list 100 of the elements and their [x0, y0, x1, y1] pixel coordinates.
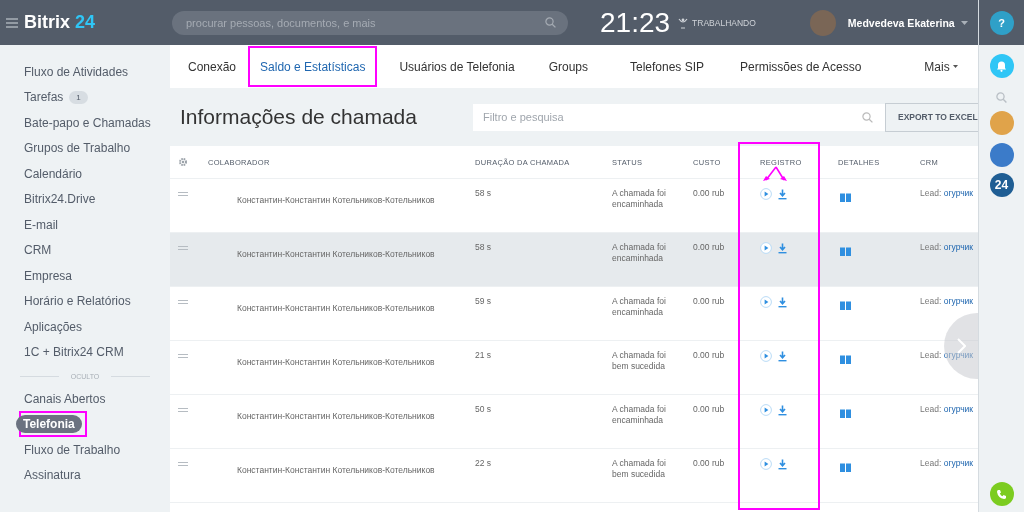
- book-icon[interactable]: [840, 193, 851, 202]
- crm-link[interactable]: огурчик: [943, 242, 974, 252]
- page-title: Informações de chamada: [180, 105, 417, 129]
- sidebar-item[interactable]: Bitrix24.Drive: [24, 192, 96, 207]
- table-cell-text: Константин-Константин Котельников-Котельников: [236, 194, 436, 205]
- book-icon[interactable]: [840, 355, 851, 364]
- sidebar-item[interactable]: Empresa: [24, 268, 73, 283]
- tab[interactable]: Saldo e Estatísticas: [250, 48, 376, 85]
- sidebar-item[interactable]: Assinatura: [24, 468, 81, 483]
- crm-link[interactable]: огурчик: [943, 458, 974, 468]
- caret-icon[interactable]: [960, 20, 968, 25]
- crm-link[interactable]: огурчик: [943, 296, 974, 306]
- table-cell-text: 22 s: [475, 458, 493, 468]
- sidebar-item[interactable]: Grupos de Trabalho: [24, 141, 131, 156]
- table-cell: A chamada foi encaminhada: [612, 404, 666, 425]
- table-cell-text: 0.00 rub: [693, 296, 726, 306]
- play-button[interactable]: [760, 296, 772, 308]
- table-cell-text: Lead: огурчик: [920, 242, 975, 252]
- drag-handle-icon[interactable]: [178, 192, 188, 196]
- table-cell-text: 0.00 rub: [693, 350, 726, 360]
- work-status-icon: [678, 16, 689, 29]
- table-cell-text: Lead: огурчик: [920, 350, 975, 360]
- download-icon[interactable]: [778, 296, 787, 308]
- drag-handle-icon[interactable]: [178, 462, 188, 466]
- sidebar-item[interactable]: Fluxo de Trabalho: [24, 442, 121, 457]
- table-cell-text: 58 s: [475, 242, 493, 252]
- sidebar-item[interactable]: Calendário: [24, 166, 83, 181]
- settings-icon[interactable]: [178, 157, 188, 167]
- contact-avatar[interactable]: [989, 111, 1014, 135]
- sidebar-item[interactable]: E-mail: [24, 217, 58, 232]
- table-cell-text: 0.00 rub: [693, 242, 726, 252]
- drag-handle-icon[interactable]: [178, 246, 188, 250]
- sidebar-item[interactable]: Aplicações: [24, 319, 83, 334]
- table-cell-text: Lead: огурчик: [920, 296, 975, 306]
- crm-link[interactable]: огурчик: [943, 404, 974, 414]
- menu-icon[interactable]: [6, 17, 18, 28]
- download-icon[interactable]: [778, 458, 787, 470]
- search-icon: [545, 17, 556, 28]
- contact-avatar[interactable]: [989, 143, 1014, 167]
- book-icon[interactable]: [840, 409, 851, 418]
- sidebar-item[interactable]: 1C + Bitrix24 CRM: [24, 345, 124, 360]
- table-cell-text: 21 s: [475, 350, 493, 360]
- table-cell-text: Константин-Константин Котельников-Котельников: [236, 464, 436, 475]
- table-cell-text: Константин-Константин Котельников-Котельников: [236, 356, 436, 367]
- bell-icon: [996, 60, 1007, 72]
- tab[interactable]: Conexão: [178, 48, 247, 85]
- table-cell: A chamada foi encaminhada: [612, 242, 666, 263]
- drag-handle-icon[interactable]: [178, 408, 188, 412]
- play-button[interactable]: [760, 404, 772, 416]
- table-cell: A chamada foi bem sucedida: [612, 458, 666, 479]
- clock: 21:23: [600, 6, 671, 39]
- play-button[interactable]: [760, 350, 772, 362]
- book-icon[interactable]: [840, 247, 851, 256]
- table-cell-text: 0.00 rub: [693, 458, 726, 468]
- tab[interactable]: Permissões de Acesso: [730, 48, 872, 85]
- phone-icon: [996, 488, 1007, 500]
- download-icon[interactable]: [778, 350, 787, 362]
- tab[interactable]: Telefones SIP: [620, 48, 715, 85]
- table-cell-text: 0.00 rub: [693, 188, 726, 198]
- user-avatar: [809, 9, 836, 36]
- app-button[interactable]: 24: [989, 173, 1014, 197]
- tab[interactable]: Groups: [538, 48, 598, 85]
- table-cell-text: Lead: огурчик: [920, 188, 975, 198]
- tab[interactable]: Usuários de Telefonia: [389, 48, 525, 85]
- logo: Bitrix 24: [24, 12, 96, 33]
- table-cell-text: 59 s: [475, 296, 493, 306]
- sidebar-item[interactable]: Telefonia: [16, 415, 82, 434]
- play-button[interactable]: [760, 458, 772, 470]
- download-icon[interactable]: [778, 242, 787, 254]
- count-badge: 1: [69, 90, 88, 104]
- user-name[interactable]: Medvedeva Ekaterina: [847, 16, 955, 29]
- call-button[interactable]: [989, 482, 1014, 506]
- sidebar-item[interactable]: Bate-papo e Chamadas: [24, 115, 151, 130]
- table-cell-text: Константин-Константин Котельников-Котельников: [236, 410, 436, 421]
- drag-handle-icon[interactable]: [178, 354, 188, 358]
- table-cell-text: Lead: огурчик: [920, 404, 975, 414]
- crm-link[interactable]: огурчик: [943, 188, 974, 198]
- download-icon[interactable]: [778, 404, 787, 416]
- more-tab[interactable]: Mais: [914, 48, 968, 85]
- book-icon[interactable]: [840, 463, 851, 472]
- notification-button[interactable]: [989, 54, 1014, 78]
- caret-icon: [953, 65, 958, 68]
- play-button[interactable]: [760, 188, 772, 200]
- play-button[interactable]: [760, 242, 772, 254]
- sidebar-item[interactable]: CRM: [24, 243, 52, 258]
- table-cell-text: 50 s: [475, 404, 493, 414]
- download-icon[interactable]: [778, 188, 787, 200]
- sidebar-item[interactable]: Horário e Relatórios: [24, 294, 131, 309]
- drag-handle-icon[interactable]: [178, 300, 188, 304]
- sidebar-item[interactable]: Fluxo de Atividades: [24, 64, 129, 79]
- table-cell: A chamada foi encaminhada: [612, 296, 666, 317]
- table-cell-text: 58 s: [475, 188, 493, 198]
- table-cell-text: Константин-Константин Котельников-Котельников: [236, 248, 436, 259]
- table-cell-text: Lead: огурчик: [920, 458, 975, 468]
- work-status: TRABALHANDO: [692, 17, 756, 28]
- table-cell: A chamada foi encaminhada: [612, 188, 666, 209]
- sidebar-item[interactable]: Canais Abertos: [24, 391, 106, 406]
- filter-field[interactable]: Filtro e pesquisa: [472, 103, 885, 131]
- book-icon[interactable]: [840, 301, 851, 310]
- sidebar-item[interactable]: Tarefas: [24, 90, 64, 105]
